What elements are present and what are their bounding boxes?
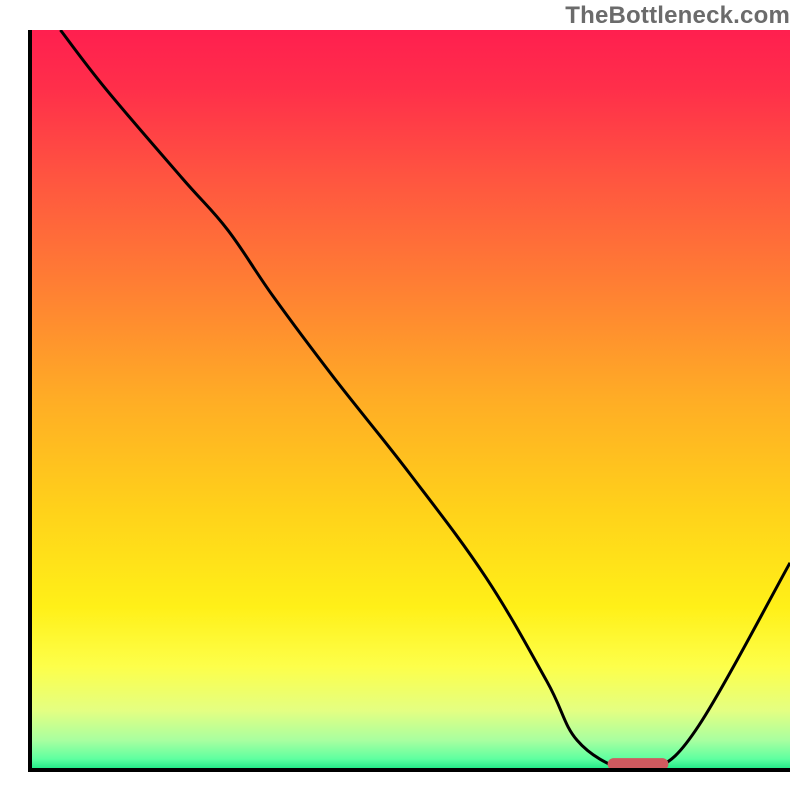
gradient-background: [30, 30, 790, 770]
plot-area: [30, 30, 790, 775]
watermark-text: TheBottleneck.com: [565, 2, 790, 30]
bottleneck-chart: [0, 0, 800, 800]
chart-container: TheBottleneck.com: [0, 0, 800, 800]
